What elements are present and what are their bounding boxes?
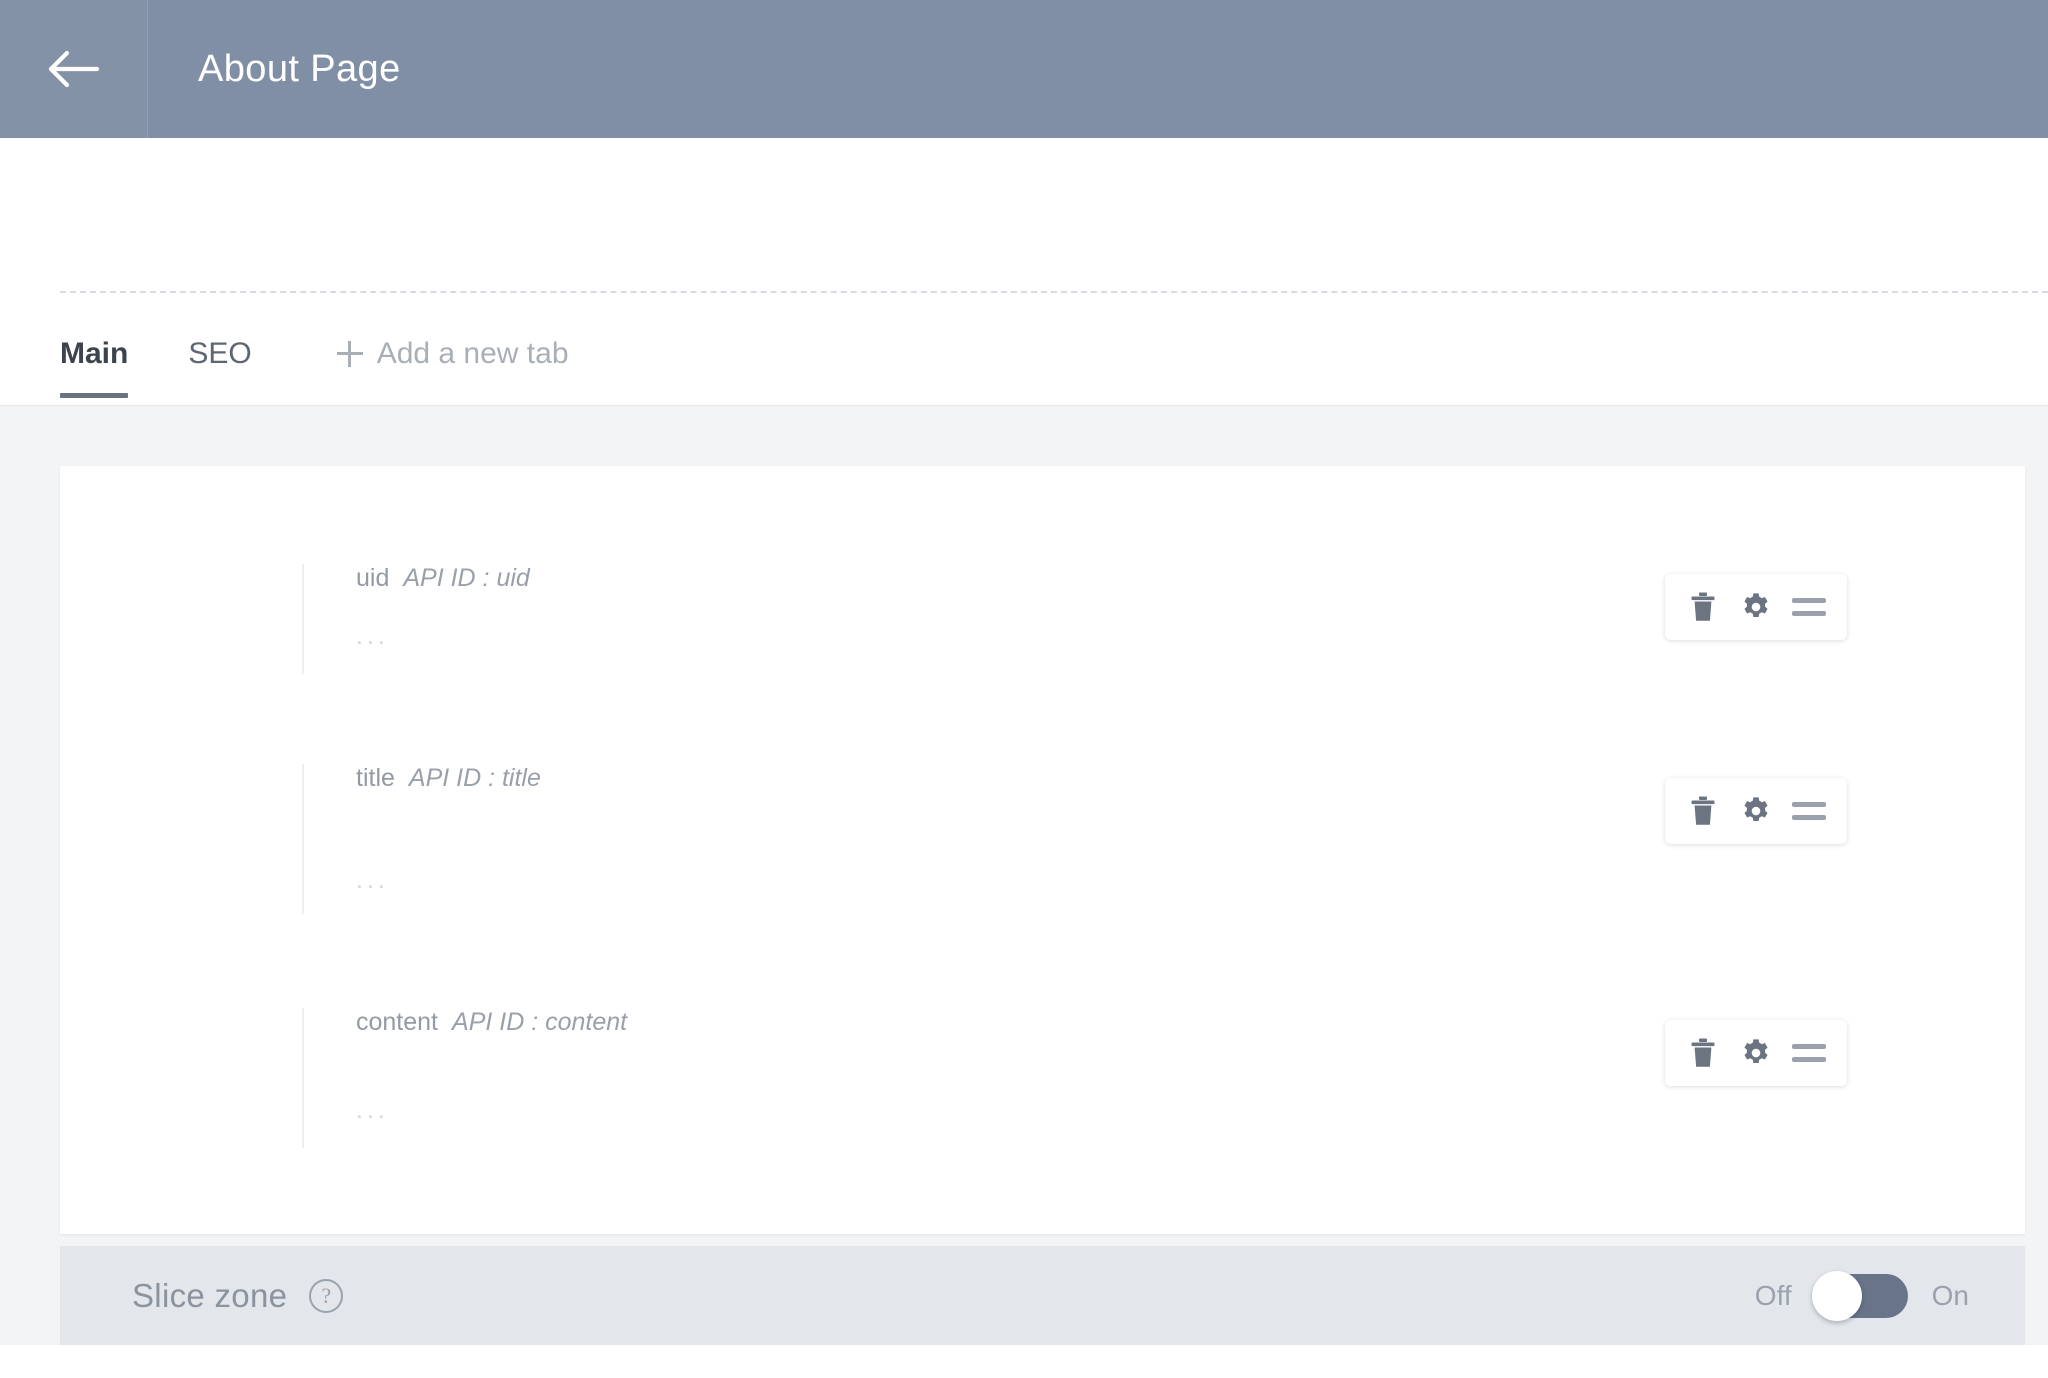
field-placeholder: ... (356, 622, 389, 650)
header-spacer (0, 138, 2048, 293)
slice-zone-toggle[interactable] (1811, 1270, 1908, 1321)
field-actions-group (1665, 574, 1847, 640)
toggle-off-label: Off (1754, 1279, 1792, 1311)
drag-handle-icon (1791, 598, 1826, 616)
tab-main[interactable]: Main (60, 293, 129, 406)
toggle-on-label: On (1931, 1279, 1969, 1311)
page-header: About Page (0, 0, 2048, 138)
field-name: title (356, 764, 395, 792)
arrow-left-icon (47, 49, 101, 89)
field-name: uid (356, 564, 390, 592)
field-placeholder: ... (356, 1096, 389, 1124)
trash-icon (1690, 796, 1716, 826)
gear-icon (1741, 1038, 1771, 1068)
field-api-id: API ID : uid (403, 564, 530, 592)
tab-bar: Main SEO Add a new tab (0, 293, 2048, 406)
field-actions-group (1665, 778, 1847, 844)
delete-field-button[interactable] (1681, 788, 1725, 834)
back-button[interactable] (0, 0, 148, 138)
tab-main-label: Main (60, 336, 129, 370)
plus-icon (336, 340, 363, 367)
gear-icon (1741, 592, 1771, 622)
field-placeholder: ... (356, 866, 389, 894)
field-api-id: API ID : title (408, 764, 541, 792)
page-title: About Page (198, 47, 401, 90)
delete-field-button[interactable] (1681, 584, 1725, 630)
slice-zone-bar: Slice zone ? Off On (60, 1246, 2025, 1345)
field-settings-button[interactable] (1734, 788, 1778, 834)
page-footer-spacer (0, 1345, 2048, 1378)
field-settings-button[interactable] (1734, 1030, 1778, 1076)
delete-field-button[interactable] (1681, 1030, 1725, 1076)
trash-icon (1690, 592, 1716, 622)
gear-icon (1741, 796, 1771, 826)
slice-zone-toggle-group: Off On (1754, 1270, 1969, 1321)
field-api-id: API ID : content (452, 1008, 628, 1036)
field-settings-button[interactable] (1734, 584, 1778, 630)
field-name: content (356, 1008, 439, 1036)
tab-seo-label: SEO (188, 336, 252, 370)
field-actions-group (1665, 1020, 1847, 1086)
slice-zone-heading: Slice zone ? (132, 1276, 344, 1315)
tab-seo[interactable]: SEO (188, 293, 251, 406)
about-page-screen: About Page Main SEO Add a new tab uid AP… (0, 0, 2048, 1378)
add-new-tab-button[interactable]: Add a new tab (336, 293, 569, 406)
add-new-tab-label: Add a new tab (376, 336, 569, 370)
slice-zone-title: Slice zone (132, 1276, 288, 1314)
drag-field-handle[interactable] (1787, 1030, 1831, 1076)
drag-field-handle[interactable] (1787, 584, 1831, 630)
toggle-knob (1811, 1270, 1862, 1321)
drag-handle-icon (1791, 1044, 1826, 1062)
question-mark-icon[interactable]: ? (309, 1278, 344, 1313)
drag-field-handle[interactable] (1787, 788, 1831, 834)
drag-handle-icon (1791, 802, 1826, 820)
trash-icon (1690, 1038, 1716, 1068)
